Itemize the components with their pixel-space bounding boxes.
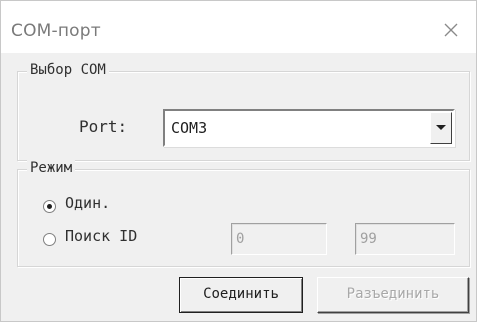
radio-search-id-label: Поиск ID xyxy=(65,227,138,245)
title-bar: COM-порт xyxy=(1,1,476,53)
chevron-down-icon xyxy=(436,125,446,130)
id-range-to-value: 99 xyxy=(360,231,377,247)
close-icon xyxy=(444,23,458,37)
port-select-value: COM3 xyxy=(171,119,208,137)
port-dropdown-button[interactable] xyxy=(430,112,452,144)
radio-single-label: Один. xyxy=(65,194,111,212)
radio-search-id[interactable] xyxy=(43,233,56,246)
id-range-from-value: 0 xyxy=(236,231,245,247)
port-select[interactable]: COM3 xyxy=(163,109,455,147)
id-range-from-field[interactable]: 0 xyxy=(231,223,327,255)
connect-button[interactable]: Соединить xyxy=(179,277,303,313)
com-group-legend: Выбор COM xyxy=(27,62,109,78)
window-title: COM-порт xyxy=(11,21,101,41)
com-port-dialog: COM-порт Выбор COM Port: COM3 Режим Один… xyxy=(0,0,477,322)
radio-single[interactable] xyxy=(43,200,56,213)
close-button[interactable] xyxy=(436,15,466,45)
disconnect-button[interactable]: Разъединить xyxy=(317,277,469,313)
mode-group-legend: Режим xyxy=(27,160,76,176)
port-label: Port: xyxy=(79,117,128,136)
id-range-to-field[interactable]: 99 xyxy=(355,223,455,255)
